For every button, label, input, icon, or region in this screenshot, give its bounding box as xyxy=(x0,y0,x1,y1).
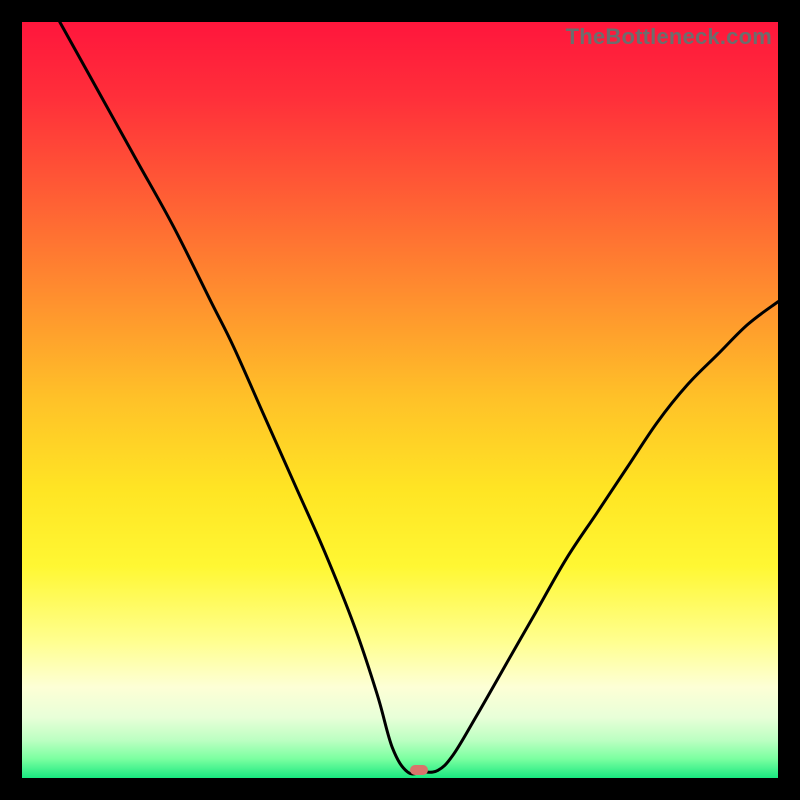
gradient-background xyxy=(22,22,778,778)
chart-frame: TheBottleneck.com xyxy=(0,0,800,800)
optimal-point-marker xyxy=(410,765,428,775)
plot-area: TheBottleneck.com xyxy=(22,22,778,778)
watermark-text: TheBottleneck.com xyxy=(566,24,772,50)
chart-canvas xyxy=(22,22,778,778)
